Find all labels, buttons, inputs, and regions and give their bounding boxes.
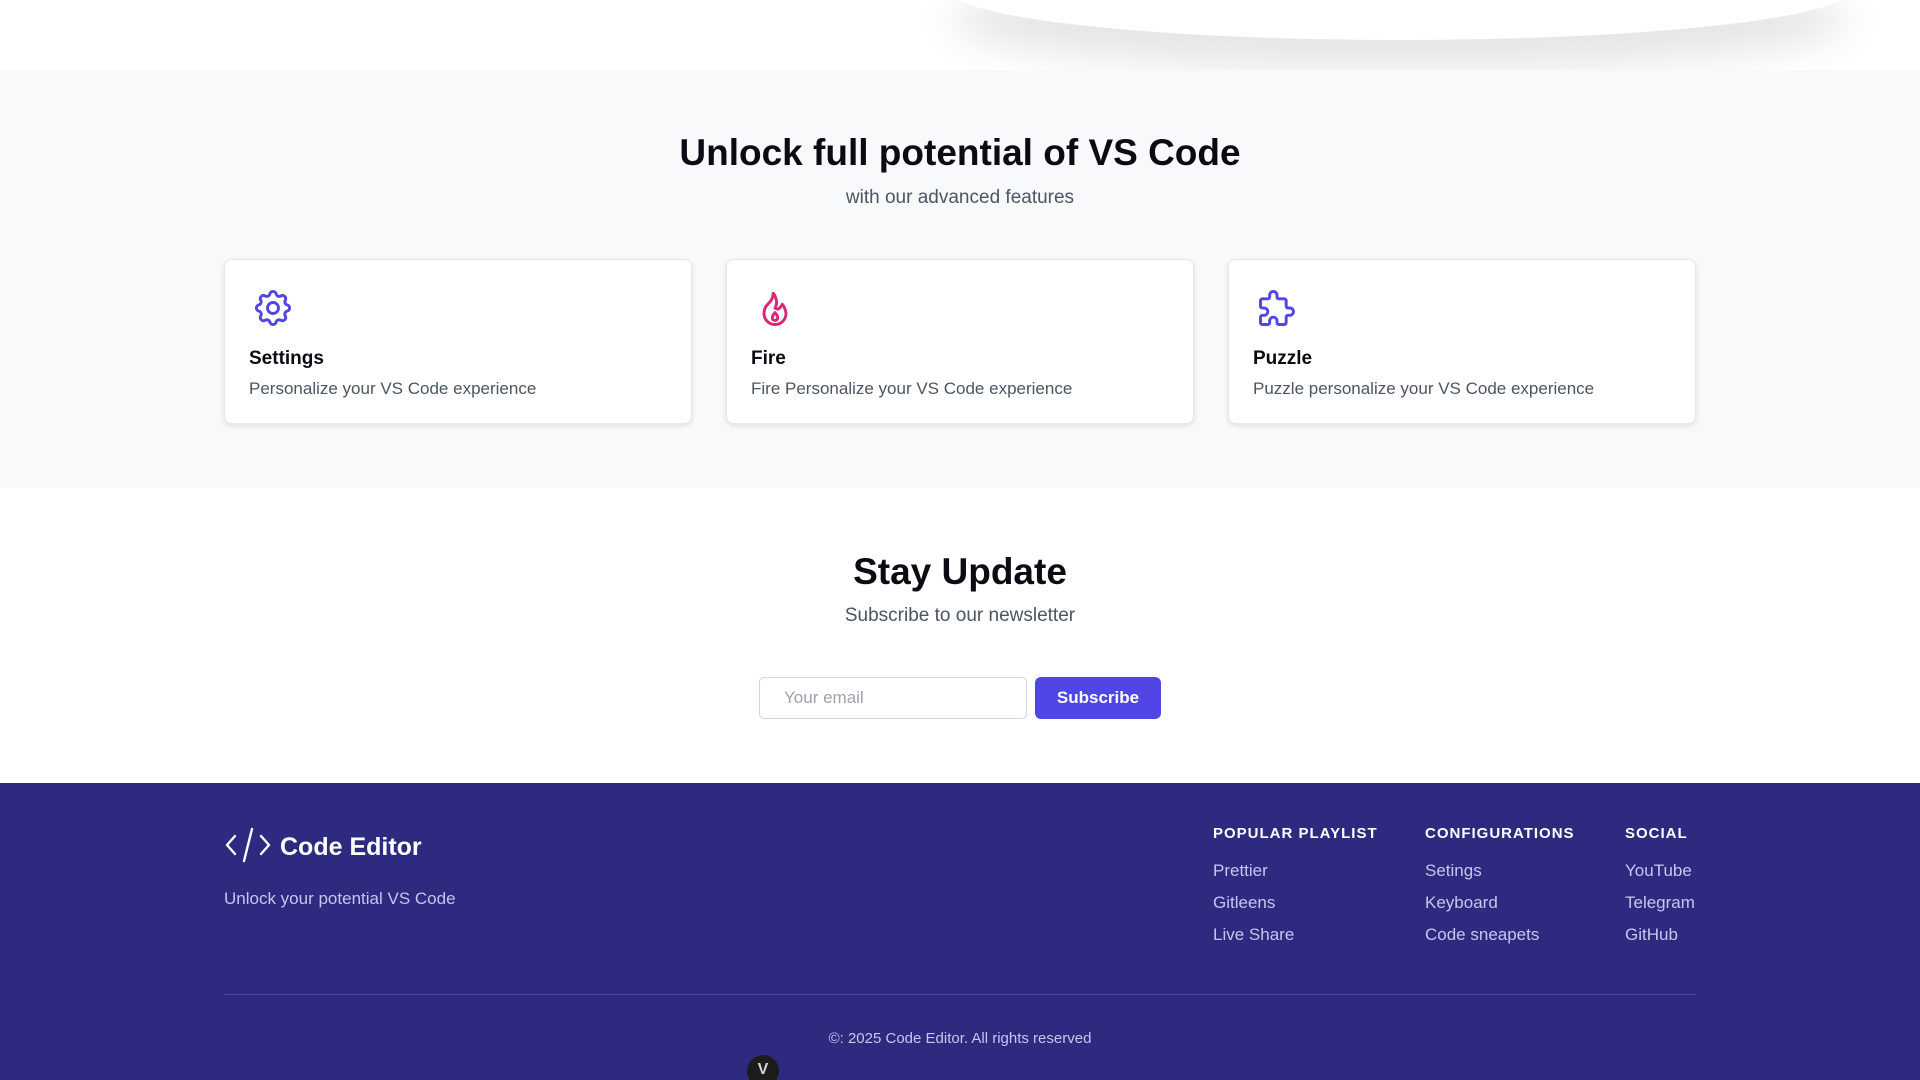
floating-badge[interactable]: V bbox=[747, 1055, 779, 1080]
footer-link-setings[interactable]: Setings bbox=[1425, 861, 1575, 881]
feature-card-fire: Fire Fire Personalize your VS Code exper… bbox=[726, 259, 1194, 424]
footer-link-gitleens[interactable]: Gitleens bbox=[1213, 893, 1378, 913]
features-section: Unlock full potential of VS Code with ou… bbox=[0, 70, 1920, 488]
features-title: Unlock full potential of VS Code bbox=[679, 132, 1241, 173]
subscribe-button[interactable]: Subscribe bbox=[1035, 677, 1161, 719]
code-icon bbox=[224, 825, 272, 870]
feature-card-title: Settings bbox=[249, 348, 324, 369]
email-input[interactable] bbox=[759, 677, 1027, 719]
copyright: ©: 2025 Code Editor. All rights reserved bbox=[828, 1030, 1092, 1047]
footer-column-configurations: CONFIGURATIONS Setings Keyboard Code sne… bbox=[1425, 825, 1575, 945]
feature-card-puzzle: Puzzle Puzzle personalize your VS Code e… bbox=[1228, 259, 1696, 424]
footer-column-heading: SOCIAL bbox=[1625, 825, 1688, 842]
footer: Code Editor Unlock your potential VS Cod… bbox=[0, 783, 1920, 1080]
footer-column-heading: POPULAR PLAYLIST bbox=[1213, 825, 1378, 842]
header-shadow bbox=[950, 0, 1850, 40]
brand-name: Code Editor bbox=[280, 832, 422, 861]
footer-tagline: Unlock your potential VS Code bbox=[224, 889, 456, 908]
top-strip bbox=[0, 0, 1920, 70]
settings-icon bbox=[251, 286, 295, 330]
footer-column-social: SOCIAL YouTube Telegram GitHub bbox=[1625, 825, 1695, 945]
feature-card-title: Fire bbox=[751, 348, 786, 369]
footer-link-prettier[interactable]: Prettier bbox=[1213, 861, 1378, 881]
footer-link-live-share[interactable]: Live Share bbox=[1213, 925, 1378, 945]
fire-icon bbox=[753, 286, 797, 330]
features-subtitle: with our advanced features bbox=[845, 187, 1075, 208]
feature-card-description: Personalize your VS Code experience bbox=[249, 379, 537, 398]
puzzle-icon bbox=[1255, 286, 1299, 330]
feature-card-description: Fire Personalize your VS Code experience bbox=[751, 379, 1073, 398]
footer-link-keyboard[interactable]: Keyboard bbox=[1425, 893, 1575, 913]
feature-card-title: Puzzle bbox=[1253, 348, 1313, 369]
footer-column-popular-playlist: POPULAR PLAYLIST Prettier Gitleens Live … bbox=[1213, 825, 1378, 945]
footer-brand[interactable]: Code Editor bbox=[224, 827, 422, 867]
footer-link-youtube[interactable]: YouTube bbox=[1625, 861, 1695, 881]
footer-divider bbox=[224, 994, 1696, 995]
newsletter-title: Stay Update bbox=[853, 551, 1067, 592]
newsletter-subtitle: Subscribe to our newsletter bbox=[844, 605, 1076, 626]
footer-link-telegram[interactable]: Telegram bbox=[1625, 893, 1695, 913]
newsletter-section: Stay Update Subscribe to our newsletter … bbox=[0, 488, 1920, 783]
footer-column-heading: CONFIGURATIONS bbox=[1425, 825, 1575, 842]
footer-link-github[interactable]: GitHub bbox=[1625, 925, 1695, 945]
feature-card-settings: Settings Personalize your VS Code experi… bbox=[224, 259, 692, 424]
footer-link-code-sneapets[interactable]: Code sneapets bbox=[1425, 925, 1575, 945]
feature-card-description: Puzzle personalize your VS Code experien… bbox=[1253, 379, 1595, 398]
